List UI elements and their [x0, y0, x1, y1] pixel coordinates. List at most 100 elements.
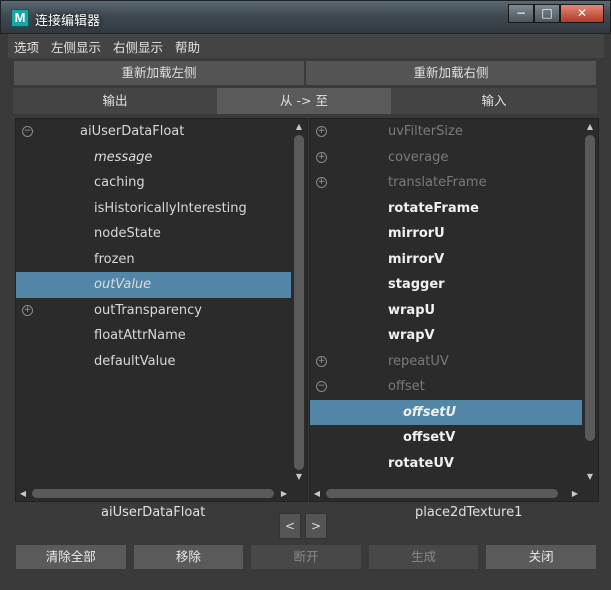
right-attribute-row[interactable]: − offset — [310, 374, 582, 400]
attribute-label: wrapU — [388, 302, 436, 318]
right-attribute-list[interactable]: + uvFilterSize + coverage + translateFrame rot… — [309, 118, 599, 502]
attribute-label: frozen — [94, 251, 135, 267]
left-horizontal-scrollbar[interactable]: ◀ ▶ — [16, 486, 291, 501]
attribute-label: translateFrame — [388, 175, 487, 190]
left-rows: − aiUserDataFloat message caching isHistoric… — [16, 119, 291, 485]
attribute-label: offset — [388, 379, 425, 394]
right-node-name: place2dTexture1 — [415, 505, 523, 520]
right-attribute-row[interactable]: rotateUV — [310, 451, 582, 477]
collapse-icon[interactable]: − — [22, 126, 33, 137]
scroll-up-arrow-icon[interactable]: ▲ — [292, 121, 306, 133]
left-attribute-row[interactable]: isHistoricallyInteresting — [16, 196, 291, 222]
attribute-label: repeatUV — [388, 353, 449, 369]
right-attribute-row[interactable]: offsetV — [310, 425, 582, 451]
left-attribute-row[interactable]: caching — [16, 170, 291, 196]
menu-left-display[interactable]: 左侧显示 — [45, 37, 107, 56]
attribute-label: stagger — [388, 277, 445, 292]
left-attribute-list[interactable]: − aiUserDataFloat message caching isHistoric… — [15, 118, 308, 502]
clear-all-button[interactable]: 清除全部 — [15, 544, 127, 570]
menu-options[interactable]: 选项 — [8, 37, 45, 56]
break-button[interactable]: 断开 — [250, 544, 362, 570]
window-controls: − □ ✕ — [508, 4, 604, 23]
menu-help[interactable]: 帮助 — [169, 37, 206, 56]
menu-bar: 选项 左侧显示 右侧显示 帮助 — [8, 34, 604, 58]
attribute-label: message — [94, 149, 153, 165]
left-attribute-row[interactable]: message — [16, 145, 291, 171]
reload-left-button[interactable]: 重新加载左侧 — [13, 60, 305, 86]
reload-right-button[interactable]: 重新加载右侧 — [305, 60, 597, 86]
right-attribute-row[interactable]: + repeatUV — [310, 349, 582, 375]
scroll-thumb[interactable] — [585, 135, 595, 441]
scroll-thumb[interactable] — [32, 489, 274, 498]
attribute-label: nodeState — [94, 226, 161, 241]
reload-row: 重新加载左侧 重新加载右侧 — [13, 60, 597, 86]
attribute-label: defaultValue — [94, 353, 176, 369]
expand-icon[interactable]: + — [316, 151, 327, 163]
expand-icon[interactable]: + — [316, 355, 327, 367]
attribute-label: isHistoricallyInteresting — [94, 200, 247, 216]
right-attribute-row[interactable]: offsetU — [310, 399, 582, 425]
maximize-button[interactable]: □ — [534, 4, 560, 23]
left-vertical-scrollbar[interactable]: ▲ ▼ — [292, 119, 306, 485]
window-title: 连接编辑器 — [35, 14, 101, 29]
mode-row: 输出 从 -> 至 输入 — [13, 88, 597, 114]
attribute-label: caching — [94, 175, 145, 190]
scroll-right-arrow-icon[interactable]: ▶ — [569, 487, 581, 500]
title-bar[interactable]: M 连接编辑器 − □ ✕ — [0, 0, 611, 34]
left-attribute-row[interactable]: + outTransparency — [16, 298, 291, 324]
right-attribute-row[interactable]: + uvFilterSize — [310, 119, 582, 145]
left-attribute-row[interactable]: defaultValue — [16, 349, 291, 375]
right-attribute-row[interactable]: wrapU — [310, 298, 582, 324]
right-rows: + uvFilterSize + coverage + translateFrame rot… — [310, 119, 582, 485]
previous-button[interactable]: < — [279, 513, 301, 539]
scroll-down-arrow-icon[interactable]: ▼ — [583, 471, 597, 483]
left-attribute-row[interactable]: − aiUserDataFloat — [16, 119, 291, 145]
input-mode-button[interactable]: 输入 — [391, 88, 597, 114]
left-attribute-row[interactable]: outValue — [16, 272, 291, 298]
right-attribute-row[interactable]: rotateFrame — [310, 196, 582, 222]
expand-icon[interactable]: + — [316, 126, 327, 137]
attribute-label: rotateFrame — [388, 200, 479, 216]
left-attribute-row[interactable]: floatAttrName — [16, 323, 291, 349]
attribute-label: coverage — [388, 149, 449, 165]
from-to-mode-button[interactable]: 从 -> 至 — [217, 88, 391, 114]
scroll-right-arrow-icon[interactable]: ▶ — [278, 487, 290, 500]
right-vertical-scrollbar[interactable]: ▲ ▼ — [583, 119, 597, 485]
attribute-label: wrapV — [388, 328, 435, 343]
left-node-name: aiUserDataFloat — [101, 505, 206, 520]
menu-right-display[interactable]: 右侧显示 — [107, 37, 169, 56]
attribute-label: offsetV — [403, 430, 456, 445]
expand-icon[interactable]: + — [22, 304, 33, 316]
attribute-label: offsetU — [403, 404, 457, 420]
scroll-thumb[interactable] — [294, 135, 304, 470]
next-button[interactable]: > — [305, 513, 327, 539]
right-attribute-row[interactable]: stagger — [310, 272, 582, 298]
minimize-button[interactable]: − — [508, 4, 534, 23]
attribute-label: outValue — [94, 277, 152, 292]
attribute-label: aiUserDataFloat — [80, 124, 185, 139]
remove-button[interactable]: 移除 — [132, 544, 245, 570]
right-horizontal-scrollbar[interactable]: ◀ ▶ — [310, 486, 582, 501]
right-attribute-row[interactable]: mirrorV — [310, 247, 582, 273]
output-mode-button[interactable]: 输出 — [13, 88, 217, 114]
scroll-up-arrow-icon[interactable]: ▲ — [583, 121, 597, 133]
collapse-icon[interactable]: − — [316, 381, 327, 392]
maya-app-icon: M — [11, 9, 29, 27]
right-attribute-row[interactable]: + translateFrame — [310, 170, 582, 196]
right-attribute-row[interactable]: mirrorU — [310, 221, 582, 247]
scroll-left-arrow-icon[interactable]: ◀ — [17, 487, 29, 500]
scroll-down-arrow-icon[interactable]: ▼ — [292, 471, 306, 483]
scroll-left-arrow-icon[interactable]: ◀ — [311, 487, 323, 500]
left-attribute-row[interactable]: nodeState — [16, 221, 291, 247]
bottom-button-row: 清除全部 移除 断开 生成 关闭 — [15, 544, 597, 570]
attribute-label: uvFilterSize — [388, 124, 463, 139]
attribute-label: rotateUV — [388, 455, 454, 471]
scroll-thumb[interactable] — [326, 489, 558, 498]
left-attribute-row[interactable]: frozen — [16, 247, 291, 273]
make-button[interactable]: 生成 — [367, 544, 480, 570]
close-window-button[interactable]: ✕ — [560, 4, 604, 23]
right-attribute-row[interactable]: wrapV — [310, 323, 582, 349]
expand-icon[interactable]: + — [316, 177, 327, 188]
right-attribute-row[interactable]: + coverage — [310, 145, 582, 171]
close-button[interactable]: 关闭 — [485, 544, 597, 570]
